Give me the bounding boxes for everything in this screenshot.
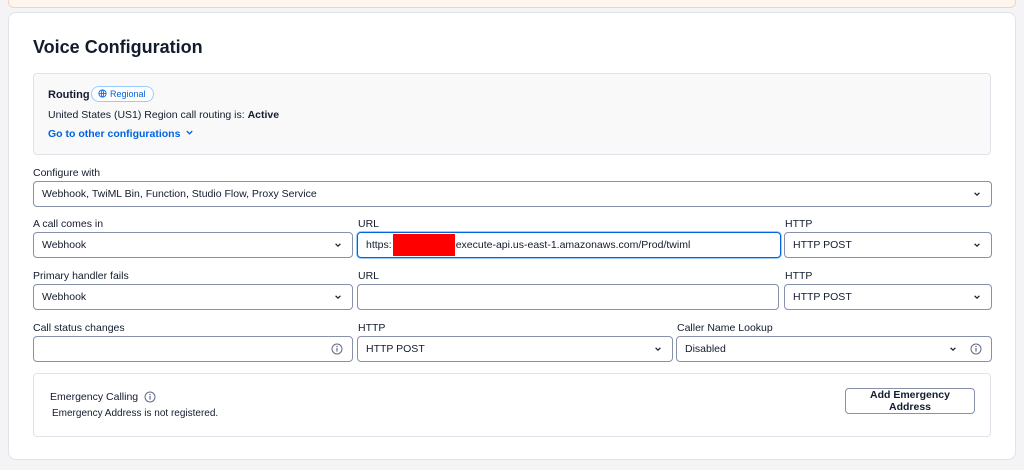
emergency-calling-panel: Emergency Calling Emergency Address is n… <box>33 373 991 437</box>
call-comes-in-value: Webhook <box>42 239 87 251</box>
emergency-calling-title: Emergency Calling <box>50 390 157 404</box>
status-http-label: HTTP <box>358 322 386 334</box>
incoming-url-input[interactable]: https: execute-api.us-east-1.amazonaws.c… <box>357 232 781 258</box>
primary-handler-fails-value: Webhook <box>42 291 87 303</box>
other-configurations-label: Go to other configurations <box>48 128 181 140</box>
fallback-url-label: URL <box>358 270 380 282</box>
chevron-down-icon <box>332 291 344 303</box>
incoming-url-value: https: execute-api.us-east-1.amazonaws.c… <box>366 234 772 256</box>
routing-panel: Routing Regional United States (US1) Reg… <box>33 73 991 155</box>
incoming-url-prefix: https: <box>366 239 392 251</box>
routing-status: United States (US1) Region call routing … <box>48 109 279 121</box>
caller-name-lookup-value: Disabled <box>685 343 726 355</box>
chevron-down-icon <box>332 239 344 251</box>
chevron-down-icon <box>971 239 983 251</box>
status-http-select[interactable]: HTTP POST <box>357 336 673 362</box>
regional-badge-label: Regional <box>110 89 146 99</box>
info-icon[interactable] <box>330 342 344 356</box>
chevron-down-icon <box>652 343 664 355</box>
routing-title: Routing <box>48 89 90 101</box>
emergency-address-status: Emergency Address is not registered. <box>52 408 219 419</box>
incoming-http-select[interactable]: HTTP POST <box>784 232 992 258</box>
configure-with-select[interactable]: Webhook, TwiML Bin, Function, Studio Flo… <box>33 181 992 207</box>
caller-name-lookup-select[interactable]: Disabled <box>676 336 992 362</box>
call-comes-in-label: A call comes in <box>33 218 104 230</box>
voice-configuration-card: Voice Configuration Routing Regional Uni… <box>8 12 1016 460</box>
status-http-value: HTTP POST <box>366 343 425 355</box>
routing-status-value: Active <box>247 109 280 121</box>
configure-with-label: Configure with <box>33 167 101 179</box>
incoming-http-value: HTTP POST <box>793 239 852 251</box>
emergency-calling-label: Emergency Calling <box>50 391 139 403</box>
page-title: Voice Configuration <box>33 37 203 57</box>
primary-handler-fails-label: Primary handler fails <box>33 270 129 282</box>
call-status-changes-input[interactable] <box>33 336 353 362</box>
fallback-http-label: HTTP <box>785 270 813 282</box>
chevron-down-icon <box>947 343 959 355</box>
incoming-url-suffix: execute-api.us-east-1.amazonaws.com/Prod… <box>455 239 691 251</box>
chevron-down-icon <box>971 291 983 303</box>
incoming-url-label: URL <box>358 218 380 230</box>
info-icon[interactable] <box>143 390 157 404</box>
call-status-changes-label: Call status changes <box>33 322 125 334</box>
add-emergency-address-button[interactable]: Add Emergency Address <box>845 388 975 414</box>
top-banner <box>8 0 1016 8</box>
routing-status-prefix: United States (US1) Region call routing … <box>48 109 248 121</box>
fallback-http-value: HTTP POST <box>793 291 852 303</box>
fallback-url-input[interactable] <box>357 284 779 310</box>
incoming-http-label: HTTP <box>785 218 813 230</box>
chevron-down-icon <box>971 188 983 200</box>
configure-with-value: Webhook, TwiML Bin, Function, Studio Flo… <box>42 188 317 200</box>
other-configurations-link[interactable]: Go to other configurations <box>48 128 194 140</box>
fallback-http-select[interactable]: HTTP POST <box>784 284 992 310</box>
call-comes-in-select[interactable]: Webhook <box>33 232 353 258</box>
globe-icon <box>98 88 107 100</box>
caller-name-lookup-label: Caller Name Lookup <box>677 322 773 334</box>
chevron-down-icon <box>185 128 194 140</box>
info-icon[interactable] <box>969 342 983 356</box>
regional-badge: Regional <box>91 86 154 102</box>
primary-handler-fails-select[interactable]: Webhook <box>33 284 353 310</box>
redaction-block <box>392 234 455 256</box>
